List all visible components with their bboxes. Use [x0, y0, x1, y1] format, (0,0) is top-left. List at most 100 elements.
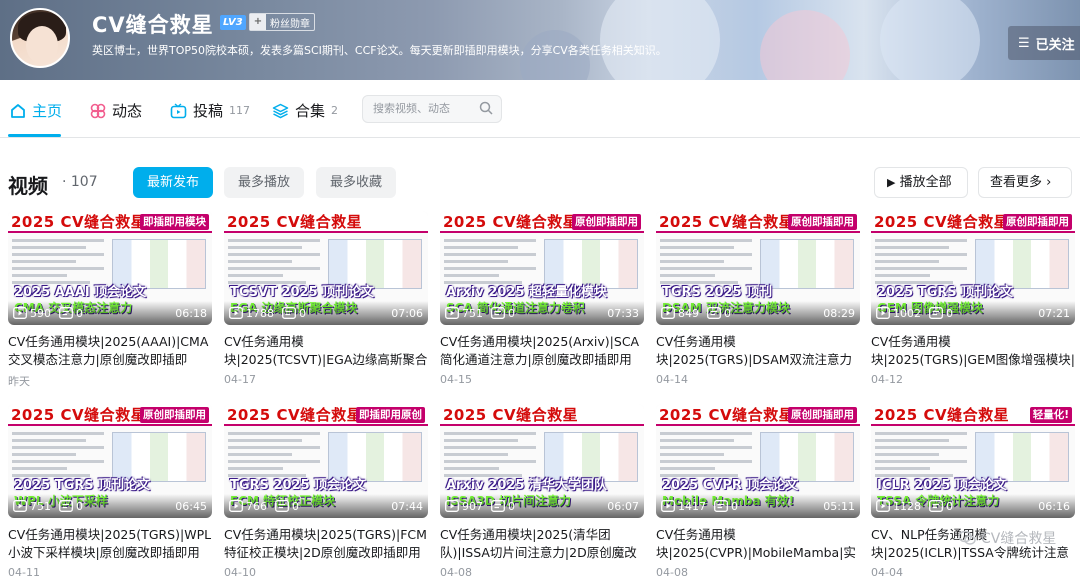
- play-count-icon: [445, 500, 459, 512]
- view-count: 849: [678, 306, 699, 320]
- video-thumbnail[interactable]: 2025 CV缝合救星 Arxiv 2025 清华大学团队 ISSA3D 切片间…: [440, 404, 644, 518]
- thumbnail-brand-text: 2025 CV缝合救星: [443, 213, 579, 231]
- video-thumbnail[interactable]: 2025 CV缝合救星 原创即插即用 Arxiv 2025 超轻量化模块 SCA…: [440, 211, 644, 325]
- thumbnail-stats-bar: 1417 0 05:11: [656, 494, 860, 518]
- play-count-icon: [661, 500, 675, 512]
- video-title[interactable]: CV任务通用模块|2025(AAAI)|CMA交叉模态注意力|原创魔改即插即用|…: [8, 333, 212, 369]
- video-thumbnail[interactable]: 2025 CV缝合救星 即插即用原创 TGRS 2025 顶会论文 FCM 特征…: [224, 404, 428, 518]
- video-date: 昨天: [8, 375, 30, 388]
- thumbnail-tag: 轻量化!: [1029, 407, 1072, 423]
- fan-medal-badge[interactable]: + 粉丝勋章: [249, 13, 315, 31]
- video-card[interactable]: 2025 CV缝合救星 原创即插即用 2025 TGRS 顶刊论文 WPL 小波…: [8, 404, 212, 579]
- avatar[interactable]: [10, 8, 70, 68]
- video-date: 04-12: [871, 373, 903, 386]
- video-card[interactable]: 2025 CV缝合救星 Arxiv 2025 清华大学团队 ISSA3D 切片间…: [440, 404, 644, 579]
- danmaku-icon: [714, 500, 728, 512]
- thumbnail-stats-bar: 907 0 06:07: [440, 494, 644, 518]
- danmaku-count: 0: [731, 499, 738, 513]
- video-title[interactable]: CV任务通用模块|2025(TCSVT)|EGA边缘高斯聚合模块|原创魔改即插即…: [224, 333, 428, 369]
- danmaku-icon: [59, 307, 73, 319]
- sort-most-played-button[interactable]: 最多播放: [224, 167, 305, 198]
- sort-latest-button[interactable]: 最新发布: [133, 167, 214, 198]
- tv-icon: [170, 102, 187, 118]
- video-title[interactable]: CV任务通用模块|2025(TGRS)|FCM特征校正模块|2D原创魔改即插即用…: [224, 526, 428, 562]
- search-icon[interactable]: [479, 101, 493, 115]
- thumbnail-overlay-title: TGRS 2025 顶会论文: [230, 478, 367, 493]
- video-title[interactable]: CV任务通用模块|2025(Arxiv)|SCA简化通道注意力|原创魔改即插即用…: [440, 333, 644, 369]
- username[interactable]: CV缝合救星: [92, 9, 214, 39]
- thumbnail-header: 2025 CV缝合救星 轻量化!: [871, 404, 1075, 426]
- thumbnail-overlay-title: 2025 AAAI 顶会论文: [14, 285, 147, 300]
- video-duration: 06:16: [1038, 499, 1070, 513]
- tab-dynamics[interactable]: 动态: [90, 100, 142, 121]
- sort-most-favorited-button[interactable]: 最多收藏: [316, 167, 397, 198]
- video-card[interactable]: 2025 CV缝合救星 原创即插即用 2025 CVPR 顶会论文 Mobile…: [656, 404, 860, 579]
- danmaku-count: 0: [76, 499, 83, 513]
- tab-uploads[interactable]: 投稿 117: [170, 100, 250, 121]
- video-duration: 07:21: [1038, 306, 1070, 320]
- play-count-icon: [13, 307, 27, 319]
- thumbnail-stats-bar: 1128 0 06:16: [871, 494, 1075, 518]
- video-date: 04-10: [224, 566, 256, 579]
- tab-collections[interactable]: 合集 2: [272, 100, 338, 121]
- thumbnail-brand-text: 2025 CV缝合救星: [874, 213, 1010, 231]
- thumbnail-overlay-title: ICLR 2025 顶会论文: [877, 478, 1007, 493]
- danmaku-count: 0: [76, 306, 83, 320]
- thumbnail-stats-bar: 1788 0 07:06: [224, 301, 428, 325]
- thumbnail-header: 2025 CV缝合救星 原创即插即用: [656, 404, 860, 426]
- tab-home-label: 主页: [32, 102, 63, 120]
- follow-button[interactable]: ☰ 已关注: [1008, 26, 1080, 60]
- thumbnail-stats-bar: 590 0 06:18: [8, 301, 212, 325]
- thumbnail-header: 2025 CV缝合救星 原创即插即用: [871, 211, 1075, 233]
- danmaku-icon: [929, 500, 943, 512]
- tab-home[interactable]: 主页: [10, 100, 62, 121]
- thumbnail-header: 2025 CV缝合救星: [224, 211, 428, 233]
- video-card[interactable]: 2025 CV缝合救星 原创即插即用 2025 TGRS 顶刊论文 GEM 图像…: [871, 211, 1075, 386]
- play-count-icon: [229, 500, 243, 512]
- view-count: 1128: [893, 499, 921, 513]
- video-thumbnail[interactable]: 2025 CV缝合救星 原创即插即用 TGRS 2025 顶刊 DSAM 双流注…: [656, 211, 860, 325]
- video-title[interactable]: CV任务通用模块|2025(TGRS)|DSAM双流注意力模块|原创魔改即插即用…: [656, 333, 860, 369]
- thumbnail-tag: 即插即用模块: [140, 214, 209, 230]
- video-date: 04-17: [224, 373, 256, 386]
- see-more-button[interactable]: 查看更多 ›: [978, 167, 1072, 198]
- video-card[interactable]: 2025 CV缝合救星 即插即用模块 2025 AAAI 顶会论文 CMA 交叉…: [8, 211, 212, 389]
- video-thumbnail[interactable]: 2025 CV缝合救星 TCSVT 2025 顶刊论文 EGA 边缘高斯聚合模块…: [224, 211, 428, 325]
- thumbnail-brand-text: 2025 CV缝合救星: [659, 406, 795, 424]
- tab-uploads-count: 117: [229, 104, 251, 117]
- fan-medal-label: 粉丝勋章: [270, 18, 310, 30]
- video-card[interactable]: 2025 CV缝合救星 轻量化! ICLR 2025 顶会论文 TSSA 令牌统…: [871, 404, 1075, 579]
- thumbnail-overlay-title: TCSVT 2025 顶刊论文: [230, 285, 375, 300]
- video-thumbnail[interactable]: 2025 CV缝合救星 轻量化! ICLR 2025 顶会论文 TSSA 令牌统…: [871, 404, 1075, 518]
- video-date: 04-15: [440, 373, 472, 386]
- search-input[interactable]: 搜索视频、动态: [362, 95, 502, 123]
- video-title[interactable]: CV任务通用模块|2025(TGRS)|GEM图像增强模块|原创魔改即插即用版本…: [871, 333, 1075, 369]
- video-card[interactable]: 2025 CV缝合救星 TCSVT 2025 顶刊论文 EGA 边缘高斯聚合模块…: [224, 211, 428, 386]
- danmaku-icon: [929, 307, 943, 319]
- watermark: CV缝合救星: [958, 528, 1056, 548]
- video-thumbnail[interactable]: 2025 CV缝合救星 即插即用模块 2025 AAAI 顶会论文 CMA 交叉…: [8, 211, 212, 325]
- video-duration: 07:33: [607, 306, 639, 320]
- banner-decoration: [760, 10, 850, 80]
- video-card[interactable]: 2025 CV缝合救星 原创即插即用 TGRS 2025 顶刊 DSAM 双流注…: [656, 211, 860, 386]
- view-count: 751: [462, 306, 483, 320]
- thumbnail-brand-text: 2025 CV缝合救星: [11, 406, 147, 424]
- play-all-button[interactable]: ▶ 播放全部: [874, 167, 968, 198]
- video-thumbnail[interactable]: 2025 CV缝合救星 原创即插即用 2025 CVPR 顶会论文 Mobile…: [656, 404, 860, 518]
- video-thumbnail[interactable]: 2025 CV缝合救星 原创即插即用 2025 TGRS 顶刊论文 WPL 小波…: [8, 404, 212, 518]
- video-title[interactable]: CV任务通用模块|2025(清华团队)|ISSA切片间注意力|2D原创魔改即插即…: [440, 526, 644, 562]
- thumbnail-overlay-title: Arxiv 2025 清华大学团队: [446, 478, 608, 493]
- video-card[interactable]: 2025 CV缝合救星 原创即插即用 Arxiv 2025 超轻量化模块 SCA…: [440, 211, 644, 386]
- video-thumbnail[interactable]: 2025 CV缝合救星 原创即插即用 2025 TGRS 顶刊论文 GEM 图像…: [871, 211, 1075, 325]
- thumbnail-header: 2025 CV缝合救星 原创即插即用: [656, 211, 860, 233]
- view-count: 590: [30, 306, 51, 320]
- active-tab-indicator: [8, 134, 61, 137]
- thumbnail-brand-text: 2025 CV缝合救星: [659, 213, 795, 231]
- video-duration: 06:18: [175, 306, 207, 320]
- video-card[interactable]: 2025 CV缝合救星 即插即用原创 TGRS 2025 顶会论文 FCM 特征…: [224, 404, 428, 579]
- video-title[interactable]: CV任务通用模块|2025(TGRS)|WPL小波下采样模块|原创魔改即插即用版…: [8, 526, 212, 562]
- thumbnail-stats-bar: 751 0 07:33: [440, 301, 644, 325]
- play-count-icon: [13, 500, 27, 512]
- video-title[interactable]: CV任务通用模块|2025(CVPR)|MobileMamba|实验暴涨14个点…: [656, 526, 860, 562]
- thumbnail-header: 2025 CV缝合救星 原创即插即用: [8, 404, 212, 426]
